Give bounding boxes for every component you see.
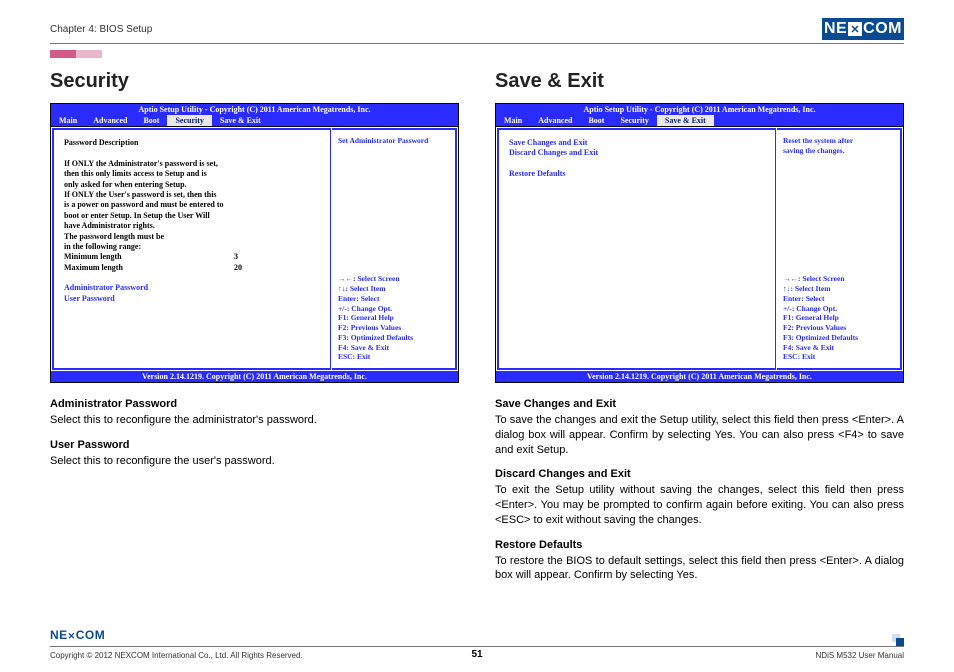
footer-copyright: Copyright © 2012 NEXCOM International Co…	[50, 651, 303, 660]
tab-security[interactable]: Security	[167, 115, 211, 126]
admin-password-item[interactable]: Administrator Password	[64, 283, 320, 293]
top-bar: Chapter 4: BIOS Setup NE✕COM	[50, 18, 904, 44]
bios-title: Aptio Setup Utility - Copyright (C) 2011…	[51, 104, 458, 115]
save-changes-text: To save the changes and exit the Setup u…	[495, 413, 904, 458]
tab-main[interactable]: Main	[496, 115, 530, 126]
bios-panel-save-exit: Aptio Setup Utility - Copyright (C) 2011…	[495, 103, 904, 383]
tab-boot[interactable]: Boot	[135, 115, 167, 126]
bios-main-area: Password Description If ONLY the Adminis…	[52, 128, 331, 370]
user-pw-heading: User Password	[50, 438, 459, 453]
user-password-item[interactable]: User Password	[64, 294, 320, 304]
side-help-keys: →←: Select Screen ↑↓: Select Item Enter:…	[338, 274, 449, 362]
save-exit-heading: Save & Exit	[495, 70, 904, 93]
restore-defaults-heading: Restore Defaults	[495, 538, 904, 553]
accent-tab	[50, 50, 904, 58]
tab-security[interactable]: Security	[612, 115, 656, 126]
side-help-keys: →←: Select Screen ↑↓: Select Item Enter:…	[783, 274, 894, 362]
side-help-top: Set Administrator Password	[338, 136, 449, 146]
chapter-label: Chapter 4: BIOS Setup	[50, 24, 152, 35]
tab-save-exit[interactable]: Save & Exit	[657, 115, 714, 126]
user-pw-text: Select this to reconfigure the user's pa…	[50, 454, 459, 469]
discard-changes-item[interactable]: Discard Changes and Exit	[509, 148, 765, 158]
tab-boot[interactable]: Boot	[580, 115, 612, 126]
restore-defaults-text: To restore the BIOS to default settings,…	[495, 554, 904, 584]
restore-defaults-item[interactable]: Restore Defaults	[509, 169, 765, 179]
nexcom-logo: NE✕COM	[822, 18, 904, 40]
discard-changes-text: To exit the Setup utility without saving…	[495, 483, 904, 528]
bios-side-area: Set Administrator Password →←: Select Sc…	[332, 128, 457, 370]
admin-pw-heading: Administrator Password	[50, 397, 459, 412]
side-help-top: Reset the system after saving the change…	[783, 136, 894, 156]
page-number: 51	[471, 649, 482, 660]
bios-tabs: Main Advanced Boot Security Save & Exit	[51, 115, 458, 126]
bios-panel-security: Aptio Setup Utility - Copyright (C) 2011…	[50, 103, 459, 383]
tab-advanced[interactable]: Advanced	[85, 115, 135, 126]
admin-pw-text: Select this to reconfigure the administr…	[50, 413, 459, 428]
tab-main[interactable]: Main	[51, 115, 85, 126]
save-changes-heading: Save Changes and Exit	[495, 397, 904, 412]
footer-manual: NDiS M532 User Manual	[816, 651, 904, 660]
footer-deco-icon	[892, 634, 904, 642]
bios-footer: Version 2.14.1219. Copyright (C) 2011 Am…	[51, 371, 458, 382]
security-heading: Security	[50, 70, 459, 93]
save-changes-item[interactable]: Save Changes and Exit	[509, 138, 765, 148]
footer-logo: NE✕COM	[50, 628, 105, 642]
discard-changes-heading: Discard Changes and Exit	[495, 467, 904, 482]
tab-advanced[interactable]: Advanced	[530, 115, 580, 126]
tab-save-exit[interactable]: Save & Exit	[212, 115, 269, 126]
